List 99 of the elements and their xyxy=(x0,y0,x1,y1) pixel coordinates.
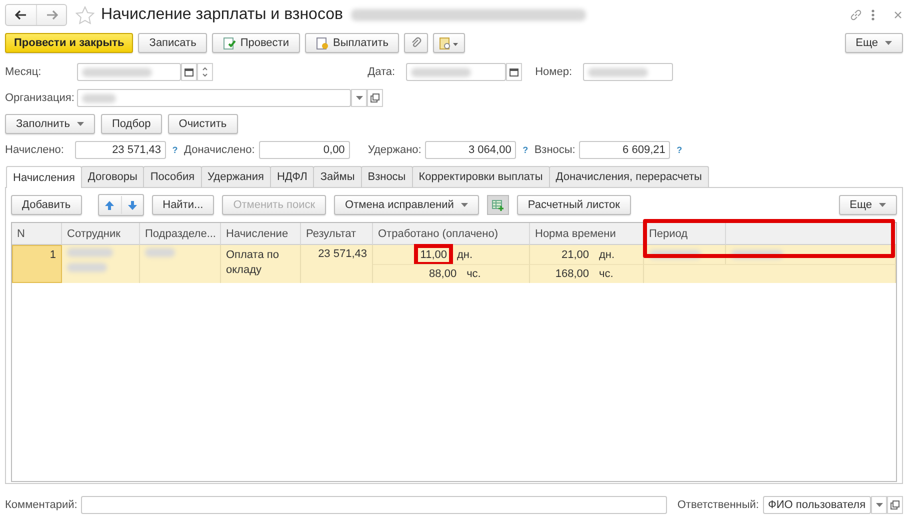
total-label: Взносы: xyxy=(534,144,576,156)
back-arrow-icon xyxy=(15,10,27,20)
print-menu-button[interactable] xyxy=(433,33,466,53)
total-field[interactable]: 0,00 xyxy=(258,141,350,159)
total-field[interactable]: 23 571,43 xyxy=(75,141,166,159)
more-icon[interactable] xyxy=(871,9,875,21)
report-menu-icon xyxy=(439,36,460,50)
dropdown-button[interactable] xyxy=(351,89,367,107)
tab[interactable]: Доначисления, перерасчеты xyxy=(548,166,709,187)
unit-label: дн. xyxy=(599,248,616,260)
star-icon[interactable] xyxy=(75,6,95,24)
field-label: Номер: xyxy=(535,66,572,78)
column-header[interactable]: Начисление xyxy=(221,223,301,245)
document-icon xyxy=(223,36,236,50)
toggle-button[interactable] xyxy=(486,195,509,215)
link-icon[interactable] xyxy=(849,8,863,22)
dropdown-button[interactable] xyxy=(871,496,887,514)
calendar-icon xyxy=(184,67,194,77)
caret-icon xyxy=(460,203,468,207)
table-cell-text: 88,00 xyxy=(428,267,458,281)
paperclip-icon xyxy=(410,37,422,49)
caret-icon xyxy=(885,41,892,45)
calendar-button[interactable] xyxy=(506,63,522,81)
tab[interactable]: Удержания xyxy=(200,166,271,187)
dropdown-button[interactable]: Отмена исправлений xyxy=(334,195,479,215)
number-field[interactable] xyxy=(583,63,673,81)
document-icon xyxy=(316,36,329,50)
table-cell-text: 168,00 xyxy=(554,267,590,281)
pay-button[interactable]: Выплатить xyxy=(304,33,400,53)
down-arrow-icon xyxy=(128,200,137,210)
tab[interactable]: Договоры xyxy=(80,166,144,187)
column-header[interactable]: Подразделе... xyxy=(140,223,221,245)
caret-icon xyxy=(876,503,882,507)
column-header[interactable]: Период xyxy=(644,223,726,245)
calendar-button[interactable] xyxy=(181,63,197,81)
field-label: Месяц: xyxy=(5,66,42,78)
table-cell: 11,00 xyxy=(418,248,449,262)
total-label: Начислено: xyxy=(5,144,65,156)
organization-field[interactable] xyxy=(77,89,351,107)
calendar-icon xyxy=(509,67,520,77)
table-icon xyxy=(492,200,504,210)
caret-icon xyxy=(356,96,362,100)
close-icon[interactable] xyxy=(893,10,903,20)
column-header[interactable]: Результат xyxy=(301,223,373,245)
spin-arrows-icon xyxy=(202,66,208,78)
caret-icon xyxy=(879,203,886,207)
open-window-icon xyxy=(370,93,380,103)
command-button[interactable]: Добавить xyxy=(11,195,82,215)
post-and-close-button[interactable]: Провести и закрыть xyxy=(5,33,134,53)
table-cell: 1 xyxy=(12,245,62,283)
column-header[interactable]: Отработано (оплачено) xyxy=(373,223,530,245)
column-header[interactable]: Норма времени xyxy=(530,223,644,245)
help-link[interactable]: ? xyxy=(674,145,684,155)
field-label: Ответственный: xyxy=(677,499,759,511)
unit-label: чс. xyxy=(466,268,482,280)
open-button[interactable] xyxy=(887,496,903,514)
total-label: Доначислено: xyxy=(184,144,255,156)
unit-label: чс. xyxy=(599,268,614,280)
responsible-field[interactable]: ФИО пользователя xyxy=(763,496,871,514)
tab[interactable]: Взносы xyxy=(360,166,413,187)
help-link[interactable]: ? xyxy=(170,145,180,155)
command-button[interactable]: Очистить xyxy=(168,114,238,134)
column-header[interactable]: N xyxy=(12,223,62,245)
command-button[interactable]: Расчетный листок xyxy=(516,195,631,215)
open-window-icon xyxy=(890,500,900,510)
command-button[interactable]: Заполнить xyxy=(5,114,96,134)
more-button[interactable]: Еще xyxy=(838,195,897,215)
command-button[interactable]: Найти... xyxy=(152,195,214,215)
tab[interactable]: НДФЛ xyxy=(270,166,314,187)
help-link[interactable]: ? xyxy=(520,145,530,155)
comment-field[interactable] xyxy=(81,496,668,514)
more-button[interactable]: Еще xyxy=(844,33,903,53)
table-cell: 23 571,43 xyxy=(301,245,373,283)
total-label: Удержано: xyxy=(368,144,422,156)
field-label: Организация: xyxy=(5,92,71,104)
forward-arrow-icon xyxy=(46,10,58,20)
spin-button[interactable] xyxy=(197,63,213,81)
tab[interactable]: Займы xyxy=(313,166,362,187)
table-cell-text: 21,00 xyxy=(560,248,590,262)
column-header[interactable]: Сотрудник xyxy=(62,223,140,245)
save-button[interactable]: Записать xyxy=(138,33,208,53)
attach-button[interactable] xyxy=(404,33,428,53)
tab[interactable]: Начисления xyxy=(6,166,82,188)
date-field[interactable] xyxy=(406,63,506,81)
command-button[interactable]: Подбор xyxy=(101,114,162,134)
caret-icon xyxy=(77,122,84,126)
field-label: Комментарий: xyxy=(5,499,78,511)
tab[interactable]: Пособия xyxy=(143,166,202,187)
month-field[interactable] xyxy=(77,63,181,81)
unit-label: дн. xyxy=(457,248,474,260)
total-field[interactable]: 6 609,21 xyxy=(579,141,670,159)
open-button[interactable] xyxy=(367,89,383,107)
post-button[interactable]: Провести xyxy=(212,33,300,53)
total-field[interactable]: 3 064,00 xyxy=(425,141,516,159)
window-title: Начисление зарплаты и взносов xyxy=(101,6,344,24)
table-cell: Оплата по окладу xyxy=(221,245,301,283)
field-label: Дата: xyxy=(368,66,396,78)
up-arrow-icon xyxy=(105,200,114,210)
tab[interactable]: Корректировки выплаты xyxy=(412,166,550,187)
